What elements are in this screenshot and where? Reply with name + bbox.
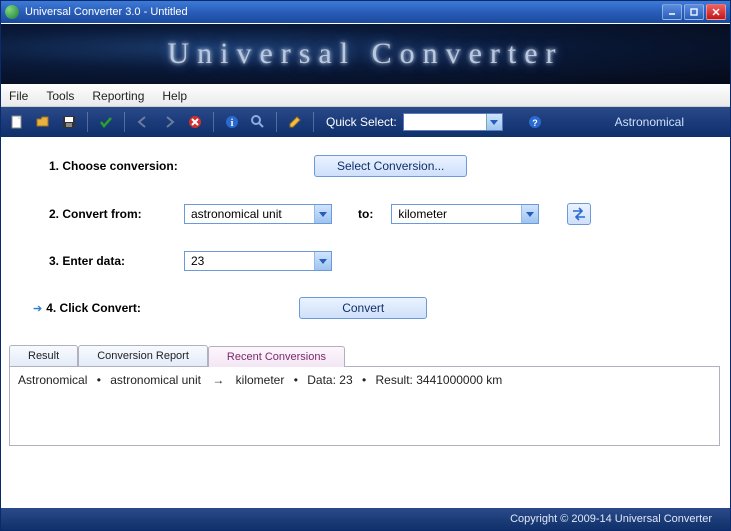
tabs: Result Conversion Report Recent Conversi… xyxy=(9,345,720,366)
accept-button[interactable] xyxy=(96,112,116,132)
menu-tools[interactable]: Tools xyxy=(46,89,74,103)
footer: Copyright © 2009-14 Universal Converter xyxy=(1,508,730,530)
convert-button[interactable]: Convert xyxy=(299,297,427,319)
convert-from-value: astronomical unit xyxy=(185,207,314,221)
bullet-icon: • xyxy=(294,373,298,387)
chevron-down-icon xyxy=(314,252,331,270)
separator xyxy=(313,112,314,132)
app-window: Universal Converter 3.0 - Untitled Unive… xyxy=(0,0,731,531)
to-label: to: xyxy=(358,207,373,221)
search-button[interactable] xyxy=(248,112,268,132)
bullet-icon: • xyxy=(362,373,366,387)
result-panel: Astronomical • astronomical unit → kilom… xyxy=(9,366,720,446)
quick-select-label: Quick Select: xyxy=(326,115,397,129)
step-3: 3. Enter data: 23 xyxy=(49,251,702,271)
tab-result[interactable]: Result xyxy=(9,345,78,366)
result-from: astronomical unit xyxy=(110,373,201,387)
titlebar: Universal Converter 3.0 - Untitled xyxy=(1,1,730,23)
quick-select-dropdown[interactable] xyxy=(403,113,503,131)
menu-file[interactable]: File xyxy=(9,89,28,103)
arrow-icon: ➔ xyxy=(33,302,42,315)
result-label: Result: xyxy=(376,373,413,387)
result-data: 23 xyxy=(339,373,352,387)
step-4: ➔ 4. Click Convert: Convert xyxy=(49,297,702,319)
window-title: Universal Converter 3.0 - Untitled xyxy=(25,6,660,18)
open-button[interactable] xyxy=(33,112,53,132)
category-label: Astronomical xyxy=(615,115,684,129)
bullet-icon: • xyxy=(97,373,101,387)
result-data-label: Data: xyxy=(307,373,336,387)
separator xyxy=(276,112,277,132)
chevron-down-icon xyxy=(521,205,538,223)
back-button[interactable] xyxy=(133,112,153,132)
result-to: kilometer xyxy=(236,373,285,387)
tab-conversion-report[interactable]: Conversion Report xyxy=(78,345,208,366)
step4-label: 4. Click Convert: xyxy=(46,301,189,315)
forward-button[interactable] xyxy=(159,112,179,132)
separator xyxy=(213,112,214,132)
select-conversion-button[interactable]: Select Conversion... xyxy=(314,155,467,177)
data-value: 23 xyxy=(185,254,314,268)
swap-units-button[interactable] xyxy=(567,203,591,225)
step-2: 2. Convert from: astronomical unit to: k… xyxy=(49,203,702,225)
info-button[interactable]: i xyxy=(222,112,242,132)
save-button[interactable] xyxy=(59,112,79,132)
close-button[interactable] xyxy=(706,4,726,20)
menu-help[interactable]: Help xyxy=(162,89,187,103)
toolbar: i Quick Select: ? Astronomical xyxy=(1,107,730,137)
cancel-button[interactable] xyxy=(185,112,205,132)
maximize-button[interactable] xyxy=(684,4,704,20)
step1-label: 1. Choose conversion: xyxy=(49,159,204,173)
menu-reporting[interactable]: Reporting xyxy=(92,89,144,103)
svg-text:i: i xyxy=(231,118,234,129)
result-value: 3441000000 km xyxy=(416,373,502,387)
convert-to-value: kilometer xyxy=(392,207,521,221)
tab-recent-conversions[interactable]: Recent Conversions xyxy=(208,346,345,367)
copyright: Copyright © 2009-14 Universal Converter xyxy=(510,513,712,525)
step3-label: 3. Enter data: xyxy=(49,254,184,268)
new-button[interactable] xyxy=(7,112,27,132)
edit-button[interactable] xyxy=(285,112,305,132)
svg-text:?: ? xyxy=(532,118,538,128)
separator xyxy=(87,112,88,132)
chevron-down-icon xyxy=(314,205,331,223)
help-button[interactable]: ? xyxy=(525,112,545,132)
menubar: File Tools Reporting Help xyxy=(1,85,730,107)
separator xyxy=(124,112,125,132)
chevron-down-icon xyxy=(486,114,502,130)
minimize-button[interactable] xyxy=(662,4,682,20)
app-icon xyxy=(5,5,19,19)
banner: Universal Converter xyxy=(1,23,730,85)
convert-from-dropdown[interactable]: astronomical unit xyxy=(184,204,332,224)
content-area: 1. Choose conversion: Select Conversion.… xyxy=(1,137,730,508)
arrow-right-icon: → xyxy=(212,373,224,387)
result-category: Astronomical xyxy=(18,373,87,387)
enter-data-input[interactable]: 23 xyxy=(184,251,332,271)
convert-to-dropdown[interactable]: kilometer xyxy=(391,204,539,224)
step-1: 1. Choose conversion: Select Conversion.… xyxy=(49,155,702,177)
step2-label: 2. Convert from: xyxy=(49,207,184,221)
